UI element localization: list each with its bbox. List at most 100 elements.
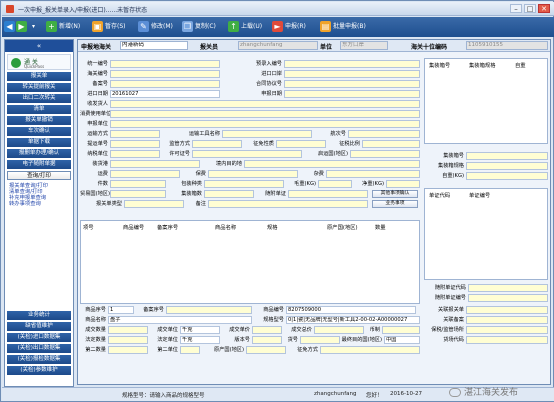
- sidebar-item-7[interactable]: 报删单办理/确认: [7, 149, 71, 158]
- form-field[interactable]: [288, 190, 368, 198]
- form-field[interactable]: [204, 180, 284, 188]
- form-field[interactable]: [110, 170, 180, 178]
- form-field[interactable]: [110, 80, 220, 88]
- form-field[interactable]: [110, 140, 160, 148]
- sidebar-item-0[interactable]: 报关单: [7, 72, 71, 81]
- form-field[interactable]: [276, 140, 326, 148]
- form-field[interactable]: [110, 160, 200, 168]
- form-field[interactable]: 1: [108, 306, 134, 314]
- sidebar-bottom-item-4[interactable]: (关检)报检数据集: [7, 355, 71, 364]
- form-field[interactable]: [208, 200, 368, 208]
- form-field[interactable]: [110, 60, 220, 68]
- toolbar-button-2[interactable]: ✎ 修改(M): [138, 20, 173, 34]
- toolbar-button-0[interactable]: + 新增(N): [46, 20, 80, 34]
- form-field[interactable]: [110, 150, 160, 158]
- sidebar-subitem-3[interactable]: 转办事项查询: [9, 201, 41, 207]
- form-field[interactable]: 千克: [180, 336, 220, 344]
- form-field[interactable]: [284, 80, 420, 88]
- business-matters-button[interactable]: 业务事项: [372, 200, 418, 208]
- form-field[interactable]: [246, 346, 286, 354]
- form-field[interactable]: [244, 160, 420, 168]
- form-field[interactable]: [466, 316, 548, 324]
- toolbar-button-1[interactable]: ▣ 暂存(S): [92, 20, 126, 34]
- form-field[interactable]: [110, 130, 160, 138]
- sidebar-bottom-item-0[interactable]: 业务统计: [7, 311, 71, 320]
- form-field[interactable]: [466, 172, 548, 180]
- form-field[interactable]: 20161027: [110, 90, 220, 98]
- form-field[interactable]: [348, 130, 420, 138]
- maximize-button[interactable]: □: [524, 4, 536, 13]
- sidebar-item-8[interactable]: 电子随附单据: [7, 160, 71, 169]
- sidebar-bottom-item-5[interactable]: (关检)参数维护: [7, 366, 71, 375]
- form-field[interactable]: [382, 326, 420, 334]
- form-field[interactable]: [284, 60, 420, 68]
- form-field[interactable]: [108, 326, 148, 334]
- form-field[interactable]: 千克: [180, 326, 220, 334]
- form-field[interactable]: [466, 326, 548, 334]
- toolbar-button-4[interactable]: ↑ 上载(U): [228, 20, 262, 34]
- form-field[interactable]: [468, 294, 548, 302]
- form-field[interactable]: [386, 180, 420, 188]
- form-field[interactable]: 8207509000: [286, 306, 416, 314]
- nav-dropdown-icon[interactable]: ▾: [32, 20, 40, 34]
- form-field[interactable]: [180, 346, 200, 354]
- sidebar-item-5[interactable]: 车次确认: [7, 127, 71, 136]
- form-field[interactable]: [110, 100, 420, 108]
- form-field[interactable]: [252, 336, 282, 344]
- sidebar-item-1[interactable]: 转关提前报关: [7, 83, 71, 92]
- form-field[interactable]: [284, 90, 420, 98]
- form-field[interactable]: [314, 326, 364, 334]
- form-field[interactable]: 中国: [384, 336, 420, 344]
- form-field[interactable]: [124, 200, 184, 208]
- form-field[interactable]: [318, 180, 352, 188]
- form-field[interactable]: [110, 190, 166, 198]
- status-greeting: 您好！: [366, 393, 383, 399]
- form-field[interactable]: [350, 150, 420, 158]
- form-field[interactable]: [284, 70, 420, 78]
- form-field[interactable]: [468, 284, 548, 292]
- form-field[interactable]: [110, 70, 220, 78]
- form-field[interactable]: [252, 326, 282, 334]
- sidebar-item-3[interactable]: 清单: [7, 105, 71, 114]
- form-field[interactable]: [108, 336, 148, 344]
- form-field[interactable]: [326, 170, 420, 178]
- toolbar-button-5[interactable]: ► 申报(R): [272, 20, 306, 34]
- form-field[interactable]: [110, 120, 420, 128]
- form-field[interactable]: 0|1|瓷|无品牌|无型号|新工具2-00-02-A00000027: [286, 316, 420, 324]
- form-field[interactable]: [300, 336, 340, 344]
- sidebar-item-4[interactable]: 报关单撤销: [7, 116, 71, 125]
- form-field[interactable]: [362, 140, 420, 148]
- form-field[interactable]: [466, 152, 548, 160]
- form-field[interactable]: [222, 130, 312, 138]
- customs-field[interactable]: 内港新码: [120, 41, 188, 50]
- status-message: 规格型号：请输入商品的规格型号: [122, 393, 205, 399]
- toolbar-button-6[interactable]: ▤ 批量申报(B): [320, 20, 366, 34]
- form-field[interactable]: [208, 170, 298, 178]
- form-field[interactable]: 盘子: [108, 316, 252, 324]
- form-field[interactable]: [166, 306, 252, 314]
- sidebar-bottom-item-1[interactable]: 缺省值维护: [7, 322, 71, 331]
- save-icon: ▣: [92, 21, 103, 32]
- form-field[interactable]: [192, 140, 242, 148]
- form-field[interactable]: [466, 306, 548, 314]
- other-matters-button[interactable]: 其他事项确认: [372, 190, 418, 198]
- form-field[interactable]: [108, 346, 148, 354]
- sidebar-item-2[interactable]: 出口二次转关: [7, 94, 71, 103]
- sidebar-bottom-item-2[interactable]: (关检)进口数据集: [7, 333, 71, 342]
- sidebar-bottom-item-3[interactable]: (关检)出口数据集: [7, 344, 71, 353]
- form-field[interactable]: [466, 336, 548, 344]
- close-button[interactable]: ✕: [538, 4, 550, 13]
- sidebar-collapse-icon[interactable]: «: [5, 40, 73, 52]
- form-field[interactable]: [110, 180, 166, 188]
- minimize-button[interactable]: –: [510, 4, 522, 13]
- form-field[interactable]: [204, 190, 254, 198]
- nav-forward-icon[interactable]: ▶: [16, 20, 29, 34]
- field-label: 许可证号: [169, 151, 190, 157]
- form-field[interactable]: [466, 162, 548, 170]
- form-field[interactable]: [192, 150, 302, 158]
- form-field[interactable]: [320, 346, 420, 354]
- sidebar-item-9[interactable]: 查询/打印: [7, 171, 71, 180]
- sidebar-item-6[interactable]: 单据下载: [7, 138, 71, 147]
- toolbar-button-3[interactable]: ❐ 复制(C): [182, 20, 216, 34]
- form-field[interactable]: [110, 110, 420, 118]
